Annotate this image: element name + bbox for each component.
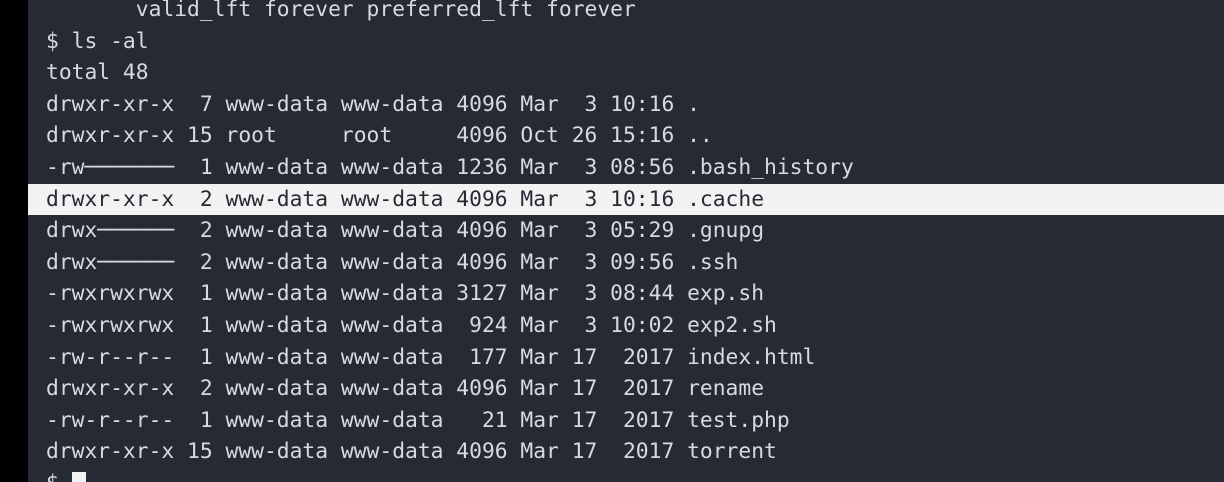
listing-row-rename: drwxr-xr-x 2 www-data www-data 4096 Mar … [46,376,765,402]
terminal-screen[interactable]: valid_lft forever preferred_lft forever … [28,0,1224,482]
prompt-line[interactable]: $ [46,468,1224,482]
listing-row-exp2-sh: -rwxrwxrwx 1 www-data www-data 924 Mar 3… [46,312,777,338]
terminal-area[interactable]: valid_lft forever preferred_lft forever … [28,0,1224,482]
listing-row-cache-selected: drwxr-xr-x 2 www-data www-data 4096 Mar … [28,183,1224,216]
listing-row-current-dir: drwxr-xr-x 7 www-data www-data 4096 Mar … [46,91,700,117]
command-line-ls: $ ls -al [46,28,149,54]
listing-row-ssh: drwx────── 2 www-data www-data 4096 Mar … [46,249,739,275]
listing-row-exp-sh: -rwxrwxrwx 1 www-data www-data 3127 Mar … [46,281,765,307]
output-line-addr: valid_lft forever preferred_lft forever [46,0,636,22]
terminal-window: valid_lft forever preferred_lft forever … [0,0,1224,482]
prompt-symbol: $ [46,471,72,482]
listing-row-gnupg: drwx────── 2 www-data www-data 4096 Mar … [46,218,765,244]
listing-row-torrent: drwxr-xr-x 15 www-data www-data 4096 Mar… [46,439,777,465]
listing-row-test-php: -rw-r--r-- 1 www-data www-data 21 Mar 17… [46,407,790,433]
cursor-block [71,471,86,482]
listing-row-bash-history: -rw─────── 1 www-data www-data 1236 Mar … [46,154,854,180]
listing-row-parent-dir: drwxr-xr-x 15 root root 4096 Oct 26 15:1… [46,123,713,149]
output-line-total: total 48 [46,60,149,86]
listing-row-index-html: -rw-r--r-- 1 www-data www-data 177 Mar 1… [46,344,816,370]
